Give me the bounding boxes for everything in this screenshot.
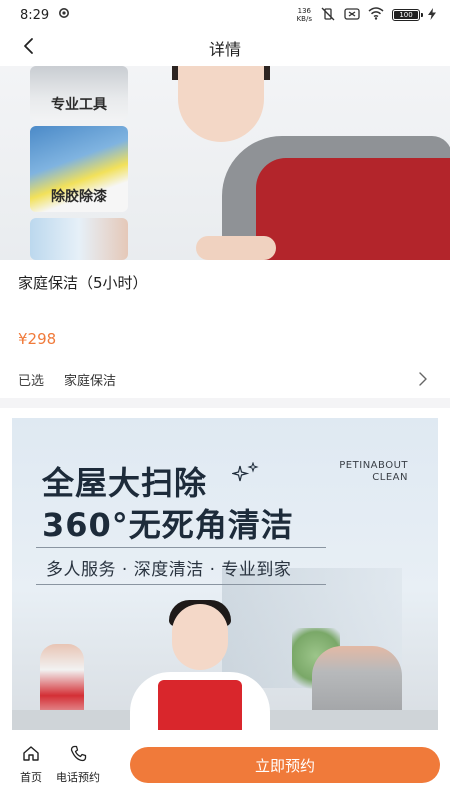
tab-phone-booking[interactable]: 电话预约: [56, 745, 100, 785]
nav-bar: 详情: [0, 30, 450, 66]
network-speed: 136 KB/s: [296, 7, 312, 23]
chevron-right-icon: [418, 372, 432, 386]
settings-gear-icon: [57, 6, 71, 24]
hero-person-arm: [196, 236, 276, 260]
back-button[interactable]: [14, 34, 42, 62]
bottom-action-bar: 首页 电话预约 立即预约: [0, 730, 450, 800]
selected-value: 家庭保洁: [64, 373, 117, 389]
selected-option-row[interactable]: 已选 家庭保洁: [0, 362, 450, 396]
hero-person-face: [178, 66, 264, 142]
chevron-left-icon: [21, 37, 35, 59]
hero-carousel[interactable]: 专业工具 除胶除漆: [0, 66, 450, 260]
wifi-icon: [368, 7, 384, 23]
product-price: ¥298: [18, 330, 57, 348]
tab-home[interactable]: 首页: [20, 745, 42, 785]
poster-rule-bottom: [36, 584, 326, 585]
home-icon: [22, 745, 40, 769]
sparkle-icon: [230, 461, 260, 486]
tile-glue-removal: 除胶除漆: [30, 126, 128, 212]
charging-bolt-icon: [428, 7, 436, 23]
book-now-button[interactable]: 立即预约: [130, 747, 440, 783]
poster-worker-apron: [158, 680, 242, 730]
poster-subline: 多人服务 · 深度清洁 · 专业到家: [46, 560, 292, 580]
tile-pro-tools: 专业工具: [30, 66, 128, 120]
tab-home-label: 首页: [20, 771, 42, 784]
page-title: 详情: [208, 40, 241, 59]
poster-brand: PETINABOUT CLEAN: [339, 460, 408, 483]
status-time: 8:29: [20, 7, 50, 23]
vibrate-off-icon: [320, 7, 336, 24]
poster-rule-top: [36, 547, 326, 548]
tab-phone-label: 电话预约: [56, 771, 100, 784]
section-divider: [0, 398, 450, 408]
phone-icon: [70, 745, 87, 769]
sim-off-icon: [344, 7, 360, 24]
product-title: 家庭保洁（5小时）: [18, 274, 148, 292]
promo-poster: PETINABOUT CLEAN 全屋大扫除 360°无死角清洁 多人服务 · …: [12, 418, 438, 730]
hero-apron: [256, 158, 450, 260]
tile-window: [30, 218, 128, 260]
selected-label: 已选: [18, 373, 45, 389]
status-bar: 8:29 136 KB/s 100: [0, 0, 450, 30]
poster-headline-1: 全屋大扫除: [42, 464, 208, 502]
hero-feature-tiles: 专业工具 除胶除漆: [30, 66, 128, 260]
battery-icon: 100: [392, 9, 423, 21]
poster-headline-2: 360°无死角清洁: [42, 506, 294, 544]
poster-worker-face: [172, 604, 228, 670]
battery-level: 100: [394, 11, 418, 19]
